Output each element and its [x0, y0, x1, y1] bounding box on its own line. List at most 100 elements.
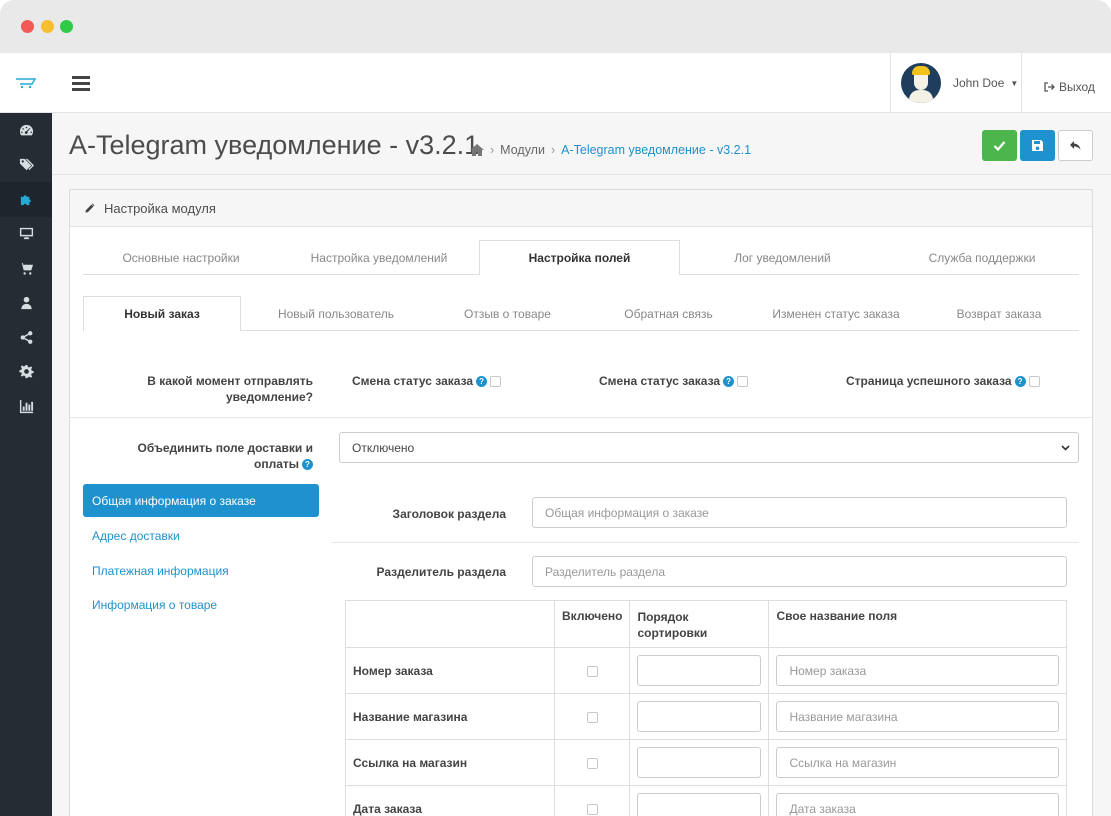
- sort-order-input[interactable]: [637, 701, 762, 732]
- option-1-checkbox[interactable]: [490, 376, 502, 388]
- custom-name-input[interactable]: Номер заказа: [776, 655, 1059, 686]
- page-header: A-Telegram уведомление - v3.2.1 › Модули…: [52, 113, 1111, 175]
- tab-notification-log[interactable]: Лог уведомлений: [680, 240, 885, 274]
- merge-delivery-select[interactable]: Отключено: [339, 432, 1079, 463]
- cog-icon: [18, 365, 34, 379]
- reply-icon: [1070, 141, 1081, 150]
- divider: [332, 542, 1079, 543]
- custom-name-input[interactable]: Дата заказа: [776, 793, 1059, 816]
- table-row: Название магазина Название магазина: [345, 693, 1067, 740]
- help-icon: ?: [723, 376, 735, 388]
- sign-out-icon: [1044, 82, 1055, 92]
- tab-main-settings[interactable]: Основные настройки: [83, 240, 279, 274]
- panel-heading-title: Настройка модуля: [104, 200, 216, 216]
- home-icon[interactable]: [470, 144, 484, 156]
- sort-order-input[interactable]: [637, 793, 762, 816]
- logo[interactable]: [0, 53, 52, 113]
- option-2-label: Смена статус заказа: [599, 374, 721, 388]
- sort-order-input[interactable]: [637, 655, 762, 686]
- cart-logo-icon: [16, 77, 37, 88]
- breadcrumb-current[interactable]: A-Telegram уведомление - v3.2.1: [561, 143, 751, 157]
- help-icon: ?: [476, 376, 488, 388]
- merge-delivery-label: Объединить поле доставки и оплаты?: [137, 441, 313, 471]
- table-header-custom-name: Свое название поля: [768, 600, 1067, 648]
- section-item-product-info[interactable]: Информация о товаре: [83, 588, 319, 623]
- option-3-checkbox[interactable]: [1028, 376, 1040, 388]
- option-status-change-1[interactable]: Смена статус заказа?: [352, 374, 502, 388]
- option-2-checkbox[interactable]: [737, 376, 749, 388]
- top-header: John Doe ▼ Выход: [52, 53, 1111, 113]
- table-row: Дата заказа Дата заказа: [345, 785, 1067, 816]
- caret-down-icon: ▼: [1010, 78, 1019, 88]
- option-success-page[interactable]: Страница успешного заказа?: [846, 374, 1040, 388]
- fields-table: Включено Порядок сортировки Свое названи…: [345, 600, 1067, 816]
- option-status-change-2[interactable]: Смена статус заказа?: [599, 374, 749, 388]
- save-button[interactable]: [982, 130, 1017, 161]
- tab-product-review[interactable]: Отзыв о товаре: [431, 296, 584, 330]
- tab-feedback[interactable]: Обратная связь: [584, 296, 753, 330]
- tab-new-user[interactable]: Новый пользователь: [241, 296, 431, 330]
- maximize-window-dot[interactable]: [60, 20, 73, 33]
- tab-notification-settings[interactable]: Настройка уведомлений: [279, 240, 479, 274]
- tab-new-order[interactable]: Новый заказ: [83, 296, 241, 331]
- logout-link[interactable]: Выход: [1044, 80, 1095, 94]
- chart-icon: [19, 399, 33, 413]
- floppy-disk-icon: [1032, 140, 1043, 151]
- enabled-checkbox[interactable]: [586, 757, 598, 769]
- custom-name-input[interactable]: Название магазина: [776, 701, 1059, 732]
- section-list: Общая информация о заказе Адрес доставки…: [83, 484, 319, 623]
- section-separator-label: Разделитель раздела: [376, 565, 506, 579]
- avatar: [901, 63, 941, 103]
- table-header-name: [345, 600, 555, 648]
- check-icon: [993, 141, 1006, 152]
- sidebar-item-marketing[interactable]: [0, 320, 52, 355]
- sub-tabs: Новый заказ Новый пользователь Отзыв о т…: [83, 296, 1079, 331]
- section-title-label: Заголовок раздела: [392, 507, 506, 521]
- close-window-dot[interactable]: [21, 20, 34, 33]
- chevron-down-icon: [1061, 444, 1070, 451]
- pencil-icon: [84, 202, 96, 214]
- table-header-enabled: Включено: [553, 600, 631, 648]
- enabled-checkbox[interactable]: [586, 803, 598, 815]
- user-menu[interactable]: John Doe ▼: [890, 53, 1022, 113]
- divider: [70, 417, 1092, 418]
- tags-icon: [19, 159, 34, 171]
- save-stay-button[interactable]: [1020, 130, 1055, 161]
- page-title: A-Telegram уведомление - v3.2.1: [69, 130, 480, 160]
- custom-name-input[interactable]: Ссылка на магазин: [776, 747, 1059, 778]
- browser-titlebar: [0, 0, 1111, 53]
- section-separator-input[interactable]: Разделитель раздела: [532, 556, 1067, 587]
- logout-label: Выход: [1059, 80, 1095, 94]
- breadcrumb-modules[interactable]: Модули: [500, 143, 545, 157]
- sidebar-item-extensions[interactable]: [0, 182, 52, 217]
- tab-support[interactable]: Служба поддержки: [885, 240, 1079, 274]
- when-to-send-label: В какой момент отправлять уведомление?: [147, 374, 313, 404]
- sidebar-item-catalog[interactable]: [0, 148, 52, 183]
- section-item-order-info[interactable]: Общая информация о заказе: [83, 484, 319, 517]
- tab-order-status-changed[interactable]: Изменен статус заказа: [753, 296, 919, 330]
- sort-order-input[interactable]: [637, 747, 762, 778]
- sidebar-item-design[interactable]: [0, 217, 52, 252]
- sidebar-item-customers[interactable]: [0, 286, 52, 321]
- sidebar-item-sales[interactable]: [0, 251, 52, 286]
- back-button[interactable]: [1058, 130, 1093, 161]
- sidebar-item-dashboard[interactable]: [0, 113, 52, 148]
- field-name: Название магазина: [345, 693, 555, 740]
- enabled-checkbox[interactable]: [586, 711, 598, 723]
- section-item-delivery-address[interactable]: Адрес доставки: [83, 519, 319, 554]
- tab-field-settings[interactable]: Настройка полей: [479, 240, 680, 275]
- dashboard-icon: [19, 124, 33, 136]
- help-icon: ?: [1014, 376, 1026, 388]
- help-icon: ?: [302, 459, 313, 471]
- section-item-payment-info[interactable]: Платежная информация: [83, 554, 319, 589]
- tab-order-return[interactable]: Возврат заказа: [919, 296, 1079, 330]
- enabled-checkbox[interactable]: [586, 665, 598, 677]
- sidebar-item-system[interactable]: [0, 355, 52, 390]
- desktop-icon: [19, 228, 33, 240]
- minimize-window-dot[interactable]: [41, 20, 54, 33]
- section-title-input[interactable]: Общая информация о заказе: [532, 497, 1067, 528]
- table-header-sort-order: Порядок сортировки: [629, 600, 770, 648]
- share-icon: [20, 330, 32, 344]
- menu-toggle-icon[interactable]: [72, 76, 90, 91]
- sidebar-item-reports[interactable]: [0, 389, 52, 424]
